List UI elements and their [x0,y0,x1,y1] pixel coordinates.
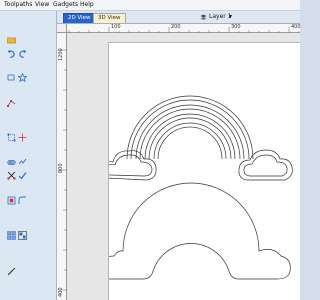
rainbow-blank-outline [109,182,291,280]
layers-icon [200,14,207,20]
array-copy-icon[interactable] [7,231,16,240]
scissors-icon[interactable] [7,171,16,180]
chevron-down-icon: ▾ [229,13,233,20]
checkmark-icon[interactable] [18,171,27,180]
view-tab-bar: 2D View 3D View Layer 1 ▾ [57,11,300,24]
fillet-icon[interactable] [18,196,27,205]
ruler-left: 1200 800 400 [57,33,67,300]
align-center-icon[interactable] [18,133,27,142]
ruler-top-ticks [68,27,300,33]
undo-icon[interactable] [7,49,16,58]
menu-gadgets[interactable]: Gadgets [53,1,78,8]
weld-icon[interactable] [7,158,16,167]
rainbow-arch-outline [153,122,227,160]
ruler-top-label: 300 [231,24,241,30]
cloud-outline [243,154,288,177]
ruler-corner [57,24,67,33]
tab-3d-view[interactable]: 3D View [93,13,126,23]
node-edit-icon[interactable] [7,99,16,108]
ruler-left-label: 400 [58,287,64,297]
shape-tool-icon[interactable] [7,73,16,82]
rainbow-arch-outline [135,104,245,160]
tab-2d-view[interactable]: 2D View [63,13,96,23]
ruler-left-label: 800 [58,163,64,173]
redo-icon[interactable] [18,49,27,58]
measure-icon[interactable] [7,267,16,276]
left-toolbar [0,11,57,300]
ruler-top-label: 200 [171,24,181,30]
material-sheet[interactable] [108,42,300,300]
open-folder-icon[interactable] [7,35,16,44]
rainbow-arch-outline [157,126,223,160]
menu-bar: Toolpaths View Gadgets Help [0,0,300,11]
menu-help[interactable]: Help [80,1,94,8]
menu-toolpaths[interactable]: Toolpaths [4,1,32,8]
menu-view[interactable]: View [35,1,49,8]
rainbow-design[interactable] [109,43,301,300]
cloud-outline [109,154,153,177]
transform-icon[interactable] [7,133,16,142]
ruler-left-label: 1200 [58,48,64,61]
layer-selector[interactable]: Layer 1 ▾ [200,12,242,22]
ruler-top-label: 400 [291,24,301,30]
star-icon[interactable] [18,73,27,82]
ruler-top: 100 200 300 400 [67,24,301,33]
ruler-top-label: 100 [111,24,121,30]
offset-icon[interactable] [7,196,16,205]
trim-icon[interactable] [18,158,27,167]
nesting-icon[interactable] [18,231,27,240]
drawing-canvas[interactable] [67,33,300,300]
